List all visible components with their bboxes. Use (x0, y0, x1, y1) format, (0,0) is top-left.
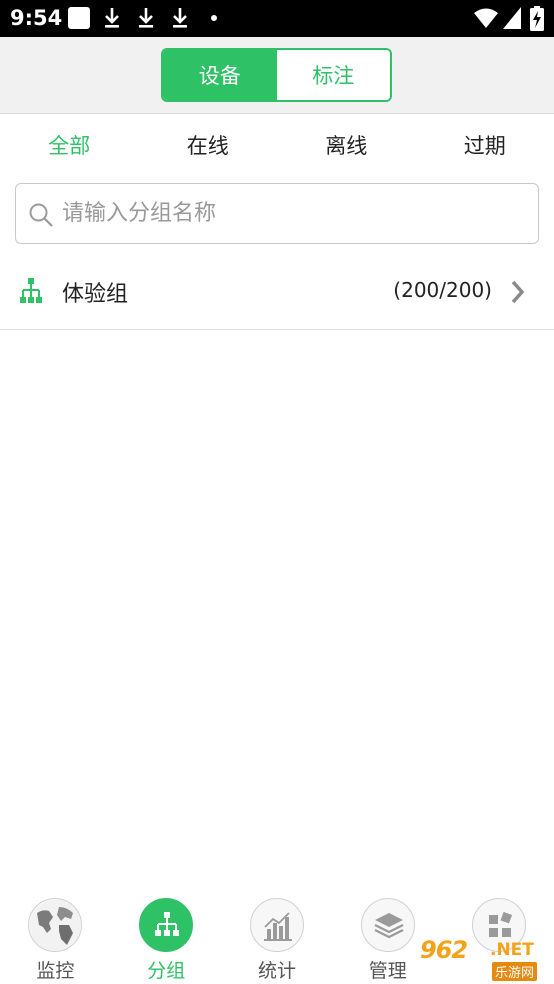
nav-groups[interactable]: 分组 (111, 888, 222, 984)
status-bar: 9:54 (0, 0, 554, 37)
nav-statistics[interactable]: 统计 (222, 888, 333, 984)
chevron-right-icon (511, 280, 525, 304)
bar-chart-icon (263, 912, 292, 941)
tab-offline[interactable]: 离线 (277, 114, 416, 176)
globe-icon (30, 900, 82, 951)
segment-devices[interactable]: 设备 (163, 50, 277, 100)
download-icon (173, 8, 187, 28)
tab-all[interactable]: 全部 (0, 114, 139, 176)
battery-charging-icon (530, 6, 544, 31)
nav-monitor-circle (28, 898, 83, 952)
group-device-count: (200/200) (393, 278, 492, 302)
org-tree-icon (20, 278, 42, 303)
nav-statistics-label: 统计 (257, 960, 296, 982)
org-tree-icon (155, 912, 180, 936)
search-box (15, 183, 539, 244)
watermark-number: 962 (420, 936, 468, 964)
watermark-logo: 962 .NET 乐游网 (414, 934, 554, 984)
download-icon (105, 8, 119, 28)
group-list-item[interactable]: 体验组 (200/200) (0, 254, 554, 330)
segmented-control: 设备 标注 (161, 48, 392, 102)
header: 设备 标注 (0, 37, 554, 114)
notification-square-icon (68, 7, 90, 29)
wifi-icon (474, 8, 498, 28)
nav-monitor-label: 监控 (36, 960, 75, 982)
download-icon (139, 8, 153, 28)
search-icon (29, 203, 53, 227)
nav-groups-label: 分组 (147, 960, 186, 982)
watermark-text: 乐游网 (492, 962, 538, 981)
segment-annotations[interactable]: 标注 (276, 50, 390, 100)
nav-monitor[interactable]: 监控 (0, 888, 111, 984)
nav-groups-circle (139, 898, 194, 952)
status-time: 9:54 (10, 6, 63, 30)
watermark-domain: .NET (490, 940, 534, 960)
search-input[interactable] (62, 192, 522, 234)
nav-statistics-circle (249, 898, 304, 952)
filter-tabs: 全部 在线 离线 过期 (0, 114, 554, 176)
signal-icon (503, 7, 521, 29)
group-name: 体验组 (62, 282, 129, 307)
more-notifications-dot-icon (211, 15, 217, 21)
nav-manage-circle (360, 898, 415, 952)
layers-icon (374, 913, 404, 939)
tab-online[interactable]: 在线 (139, 114, 278, 176)
tab-expired[interactable]: 过期 (416, 114, 554, 176)
